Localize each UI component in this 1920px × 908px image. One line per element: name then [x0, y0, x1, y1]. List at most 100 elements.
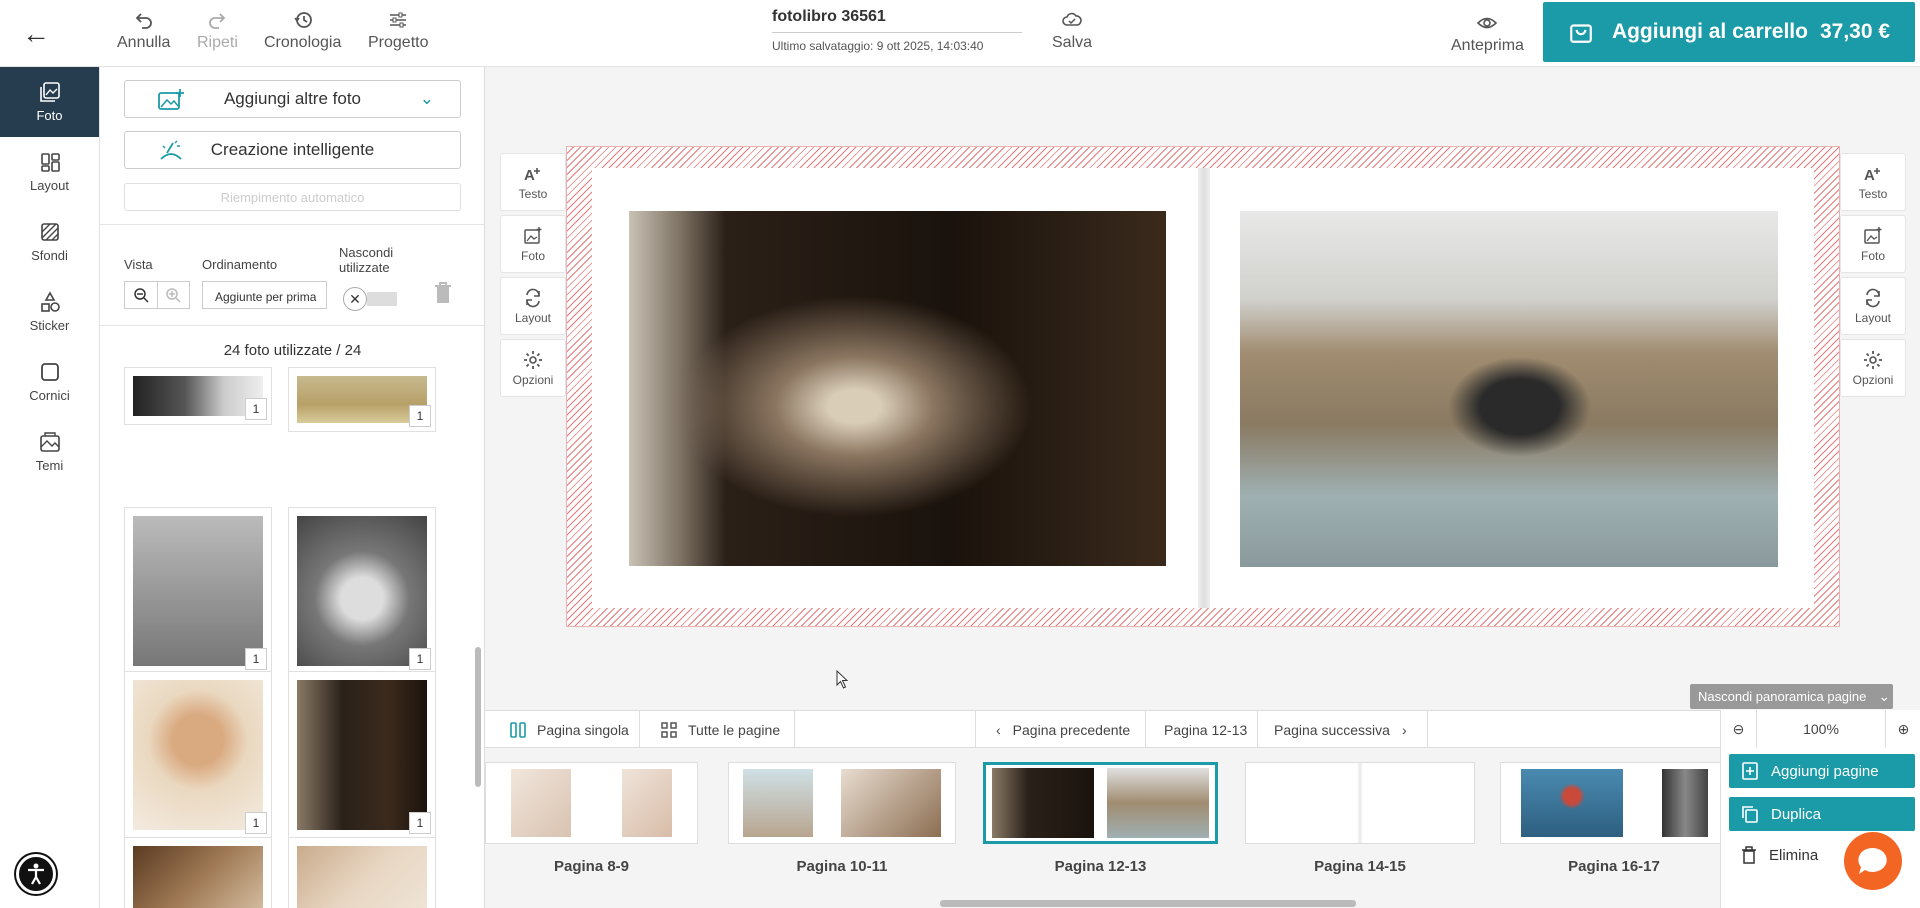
add-text-tool[interactable]: A Testo: [500, 153, 566, 211]
sliders-icon: [390, 12, 407, 28]
chat-button[interactable]: [1844, 832, 1902, 890]
spread-thumbnail[interactable]: [728, 762, 956, 844]
nav-item-frames[interactable]: Cornici: [0, 347, 99, 417]
left-nav: Foto Layout Sfondi Sticker Cornici Temi: [0, 67, 100, 908]
thumbnail-image: [621, 769, 672, 837]
project-name[interactable]: fotolibro 36561: [772, 8, 1022, 33]
sort-value: Aggiunte per prima: [215, 290, 317, 304]
photo-thumbnail[interactable]: [124, 837, 272, 908]
used-photos-count: 24 foto utilizzate / 24: [223, 342, 362, 359]
tool-label: Testo: [1858, 186, 1888, 201]
page-fold: [1357, 763, 1363, 843]
thumbnail-image: [133, 680, 263, 830]
sort-select[interactable]: Aggiunte per prima: [202, 281, 327, 309]
layout-tool[interactable]: Layout: [1840, 277, 1906, 335]
all-pages-label: Tutte le pagine: [688, 722, 781, 738]
duplicate-button[interactable]: Duplica: [1729, 797, 1915, 831]
photo-thumbnail[interactable]: 1: [124, 367, 272, 425]
chevron-down-icon: ⌄: [419, 89, 434, 108]
gear-icon: [524, 350, 542, 369]
accessibility-button[interactable]: [16, 854, 56, 894]
tool-label: Foto: [520, 248, 545, 263]
photo-thumbnail[interactable]: 1: [288, 507, 436, 675]
undo-button[interactable]: Annulla: [117, 10, 170, 52]
zoom-out-icon[interactable]: ⊖: [1721, 710, 1757, 748]
close-icon: ✕: [343, 287, 367, 311]
previous-page-button[interactable]: ‹ Pagina precedente: [975, 711, 1146, 749]
nav-label-layout: Layout: [29, 178, 70, 193]
project-label: Progetto: [368, 34, 429, 51]
nav-label-sticker: Sticker: [29, 318, 70, 333]
photo-thumbnail[interactable]: 1: [288, 671, 436, 839]
add-photo-tool[interactable]: Foto: [1840, 215, 1906, 273]
hide-overview-button[interactable]: Nascondi panoramica pagine ⌄: [1690, 684, 1893, 709]
ballerina-photo[interactable]: [629, 211, 1166, 566]
collapse-icon: ⌄: [1878, 688, 1891, 704]
smart-creation-label: Creazione intelligente: [210, 140, 375, 159]
spread-fold: [1198, 168, 1210, 608]
photo-thumbnail[interactable]: 1: [288, 367, 436, 432]
chat-bubble-icon: [1858, 847, 1887, 874]
auto-fill-button[interactable]: Riempimento automatico: [124, 183, 461, 211]
photo-thumbnail[interactable]: [288, 837, 436, 908]
add-image-icon: [158, 89, 184, 110]
preview-button[interactable]: Anteprima: [1451, 13, 1524, 55]
nav-item-sticker[interactable]: Sticker: [0, 277, 99, 347]
add-pages-button[interactable]: Aggiungi pagine: [1729, 754, 1915, 788]
photo-thumbnail[interactable]: 1: [124, 507, 272, 675]
delete-button[interactable]: Elimina: [1729, 846, 1818, 864]
add-photos-button[interactable]: Aggiungi altre foto ⌄: [124, 80, 461, 118]
hide-used-toggle[interactable]: ✕: [343, 287, 397, 311]
photo-panel: Aggiungi altre foto ⌄ Creazione intellig…: [100, 67, 485, 908]
chevron-right-icon: ›: [1401, 722, 1407, 738]
redo-button[interactable]: Ripeti: [197, 10, 238, 52]
trash-icon[interactable]: [433, 281, 453, 305]
all-pages-view-button[interactable]: Tutte le pagine: [640, 711, 795, 749]
previous-page-label: Pagina precedente: [1012, 722, 1131, 738]
spread-thumbnail-selected[interactable]: [983, 762, 1218, 844]
nav-item-backgrounds[interactable]: Sfondi: [0, 207, 99, 277]
zoom-in-icon[interactable]: [158, 282, 190, 308]
nav-item-themes[interactable]: Temi: [0, 417, 99, 487]
chevron-left-icon: ‹: [996, 722, 1001, 738]
single-page-view-button[interactable]: Pagina singola: [485, 711, 640, 749]
photo-icon: [39, 82, 60, 102]
cart-price: 37,30 €: [1819, 20, 1891, 43]
delete-label: Elimina: [1769, 846, 1819, 864]
refresh-icon: [526, 288, 540, 307]
spread-thumbnail[interactable]: [485, 762, 698, 844]
tool-label: Layout: [1854, 310, 1892, 325]
history-button[interactable]: Cronologia: [264, 10, 341, 52]
spread-thumbnail[interactable]: [1245, 762, 1475, 844]
back-arrow-icon[interactable]: ←: [22, 18, 50, 50]
panel-divider: [100, 325, 484, 326]
panel-divider: [100, 224, 484, 225]
photo-thumbnail[interactable]: 1: [124, 671, 272, 839]
nav-item-photos[interactable]: Foto: [0, 67, 99, 137]
save-button[interactable]: Salva: [1052, 10, 1092, 52]
project-button[interactable]: Progetto: [368, 10, 428, 52]
usage-count-badge: 1: [409, 648, 431, 670]
undo-label: Annulla: [117, 34, 171, 51]
accessibility-icon: [28, 863, 44, 885]
spread-thumbnail[interactable]: [1500, 762, 1728, 844]
zoom-in-icon[interactable]: ⊕: [1885, 710, 1920, 748]
layout-tool[interactable]: Layout: [500, 277, 566, 335]
panel-scrollbar[interactable]: [475, 647, 481, 787]
next-page-button[interactable]: Pagina successiva ›: [1258, 711, 1428, 749]
add-text-tool[interactable]: A Testo: [1840, 153, 1906, 211]
spread-label: Pagina 16-17: [1568, 858, 1660, 875]
options-tool[interactable]: Opzioni: [500, 339, 566, 397]
add-to-cart-button[interactable]: Aggiungi al carrello 37,30 €: [1543, 2, 1915, 62]
add-photo-tool[interactable]: Foto: [500, 215, 566, 273]
copy-icon: [1742, 806, 1758, 823]
options-tool[interactable]: Opzioni: [1840, 339, 1906, 397]
smart-creation-button[interactable]: Creazione intelligente: [124, 131, 461, 169]
top-bar: ← Annulla Ripeti Cronologia Progetto fot…: [0, 0, 1920, 67]
last-saved-text: Ultimo salvataggio: 9 ott 2025, 14:03:40: [772, 39, 984, 53]
couple-photo[interactable]: [1240, 211, 1778, 567]
zoom-out-icon[interactable]: [125, 282, 158, 308]
nav-item-layout[interactable]: Layout: [0, 137, 99, 207]
page-navigation-bar: Pagina singola Tutte le pagine ‹ Pagina …: [485, 710, 1920, 749]
strip-scrollbar[interactable]: [940, 900, 1356, 907]
